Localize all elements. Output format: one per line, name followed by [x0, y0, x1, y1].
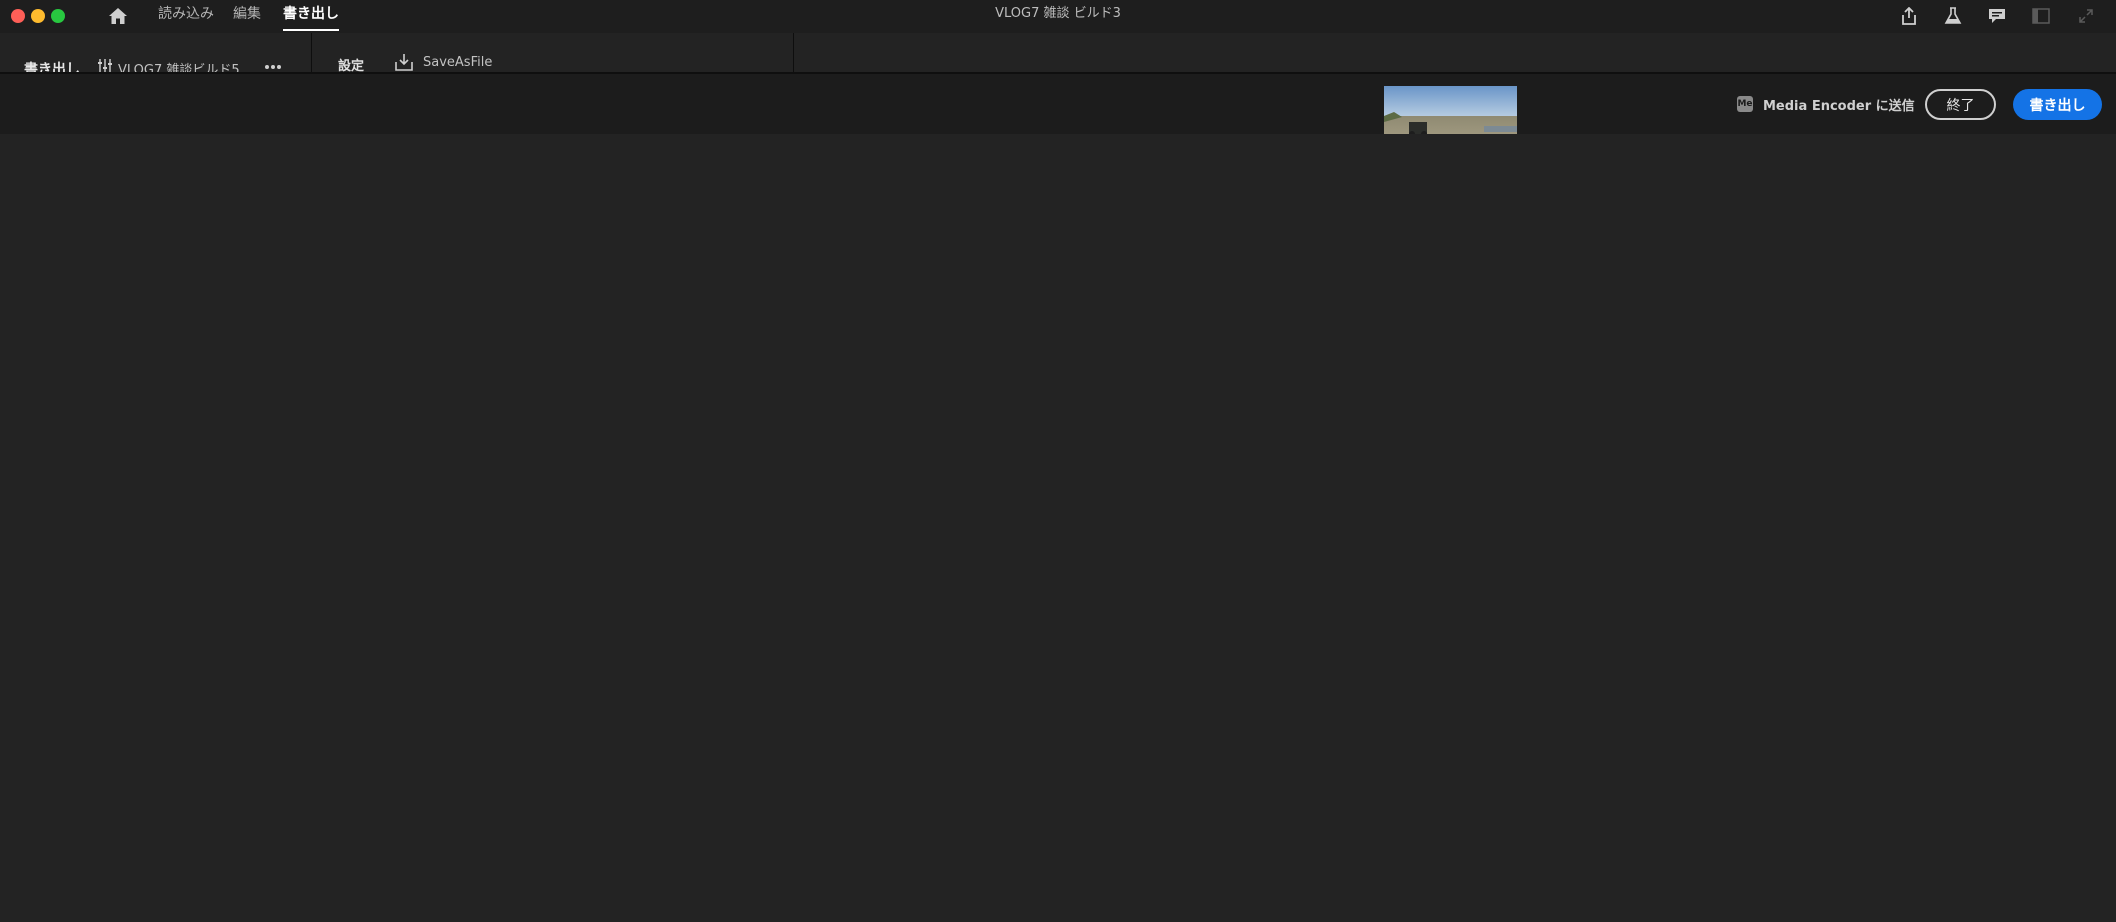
sequence-settings-icon[interactable] — [97, 58, 113, 72]
chat-icon — [1989, 9, 2005, 23]
tab-import-label: 読み込み — [158, 6, 214, 22]
panel-toggle-button[interactable] — [2028, 3, 2054, 29]
settings-label: 設定 — [338, 59, 365, 72]
title-bar: 読み込み 編集 書き出し VLOG7 雑談 ビルド3 — [0, 0, 2116, 33]
beaker-icon — [1944, 7, 1962, 24]
fullscreen-button[interactable] — [2073, 3, 2099, 29]
tab-edit[interactable]: 編集 — [233, 0, 261, 33]
share-button[interactable] — [1896, 3, 1922, 29]
minimize-window-button[interactable] — [31, 9, 45, 23]
home-icon — [109, 8, 127, 24]
destination-label[interactable]: SaveAsFile — [423, 55, 492, 70]
media-encoder-label: Media Encoder に送信 — [1763, 98, 1915, 114]
tab-export-label: 書き出し — [283, 6, 339, 22]
feedback-button[interactable] — [1984, 3, 2010, 29]
export-button[interactable]: 書き出し — [2013, 89, 2102, 120]
fullscreen-icon — [2079, 9, 2093, 23]
quit-button-label: 終了 — [1946, 97, 1975, 114]
active-tab-indicator — [283, 29, 339, 31]
send-to-media-encoder-button[interactable]: Me Media Encoder に送信 — [1737, 93, 1915, 115]
main-content-area — [0, 134, 2116, 922]
divider — [311, 33, 312, 72]
home-button[interactable] — [106, 4, 130, 28]
export-button-label: 書き出し — [2029, 97, 2086, 114]
share-icon — [1902, 7, 1916, 25]
beta-button[interactable] — [1940, 3, 1966, 29]
divider — [793, 33, 794, 72]
close-window-button[interactable] — [11, 9, 25, 23]
tab-import[interactable]: 読み込み — [158, 0, 214, 33]
sequence-name[interactable]: VLOG7 雑談ビルド5 — [118, 59, 240, 72]
more-options-icon[interactable] — [264, 64, 282, 70]
quit-button[interactable]: 終了 — [1925, 89, 1996, 120]
media-encoder-icon: Me — [1737, 96, 1753, 112]
export-settings-header: 書き出し VLOG7 雑談ビルド5 設定 SaveAsFile — [0, 33, 2116, 72]
export-section-title: 書き出し — [24, 62, 80, 72]
tab-export[interactable]: 書き出し — [283, 0, 339, 33]
save-to-file-icon — [395, 54, 413, 71]
tab-edit-label: 編集 — [233, 6, 261, 22]
maximize-window-button[interactable] — [51, 9, 65, 23]
panel-icon — [2032, 8, 2050, 24]
